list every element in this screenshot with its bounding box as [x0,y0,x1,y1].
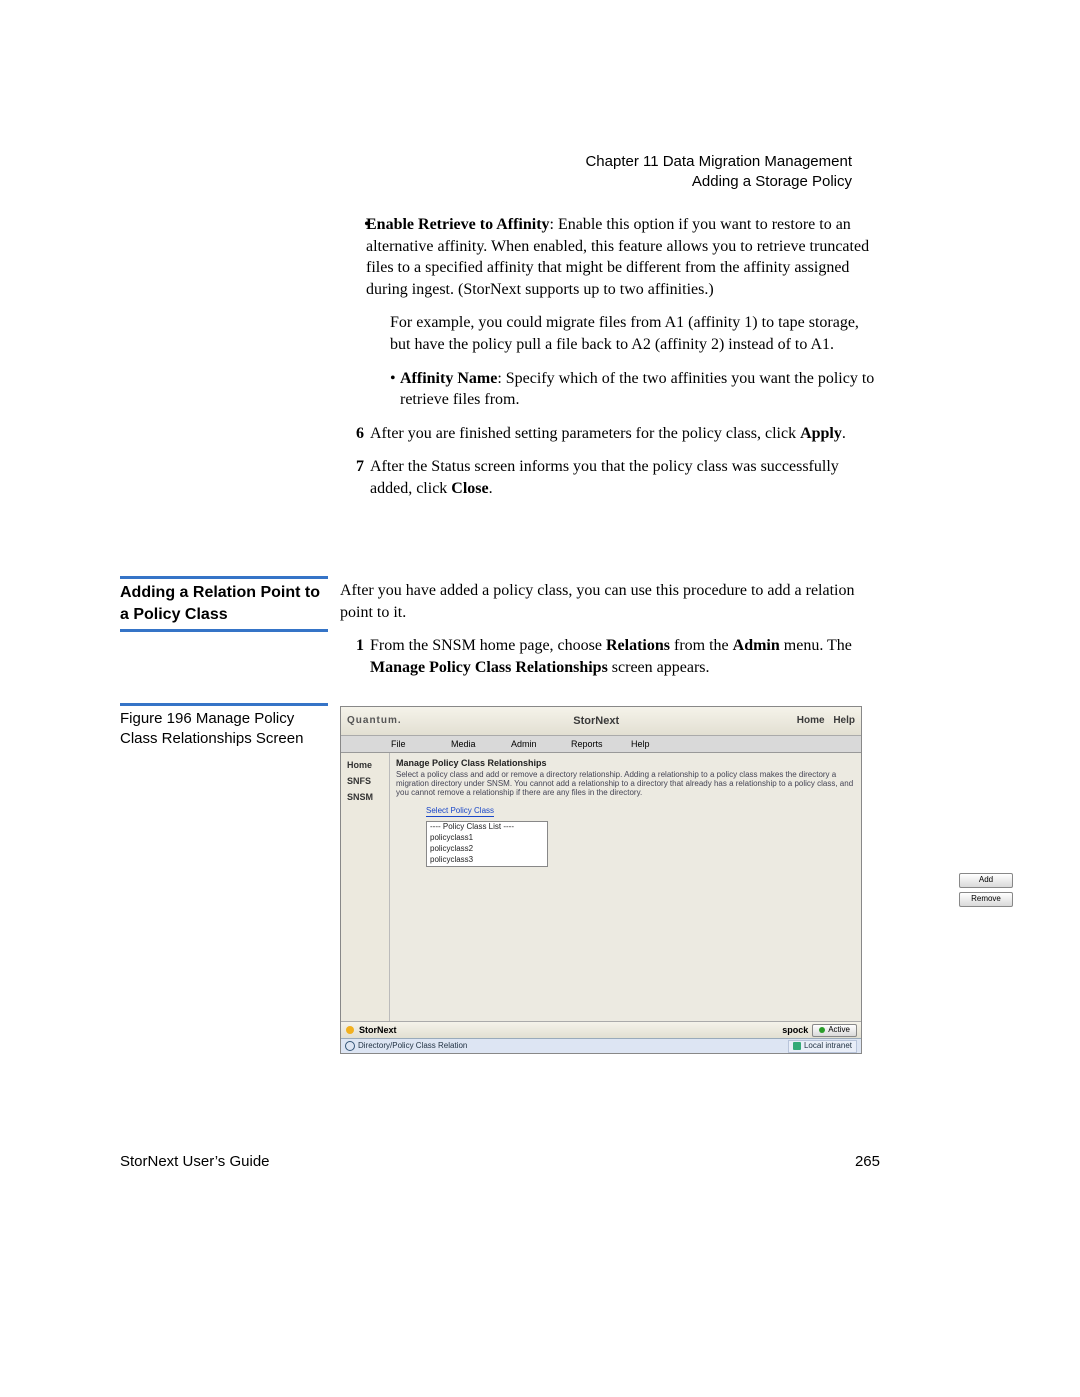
remove-button[interactable]: Remove [959,892,1013,907]
list-item[interactable]: policyclass2 [427,844,547,855]
menu-file[interactable]: File [391,738,451,750]
menu-reports[interactable]: Reports [571,738,631,750]
body-text: Affinity Name: Specify which of the two … [400,368,880,411]
sidebar: Home SNFS SNSM [341,753,390,1021]
security-zone: Local intranet [788,1040,857,1053]
list-header: ---- Policy Class List ---- [427,822,547,833]
body-text: From the SNSM home page, choose Relation… [370,635,880,678]
body-text: Enable Retrieve to Affinity: Enable this… [366,214,880,300]
page-number: 265 [855,1152,880,1172]
home-link[interactable]: Home [797,715,825,726]
menu-admin[interactable]: Admin [511,738,571,750]
browser-statusbar: Directory/Policy Class Relation Local in… [341,1038,861,1053]
ie-icon [345,1041,355,1051]
page-header: Chapter 11 Data Migration Management Add… [585,152,852,193]
host-label: spock [782,1024,808,1036]
term: Affinity Name [400,370,497,387]
body-text: After you have added a policy class, you… [340,580,880,623]
status-pill: Active [812,1024,857,1037]
bullet-icon: • [340,214,366,300]
brand-label: Quantum. [347,714,402,728]
app-window: Quantum. StorNext Home Help File Media A… [340,706,862,1054]
term: Enable Retrieve to Affinity [366,216,550,233]
section-heading: Adding a Relation Point to a Policy Clas… [120,576,328,632]
step-number: 7 [340,456,370,499]
list-item[interactable]: policyclass1 [427,833,547,844]
body-text: After the Status screen informs you that… [370,456,880,499]
chapter-label: Chapter 11 Data Migration Management [585,152,852,172]
app-footer: StorNext spock Active [341,1021,861,1038]
status-path: Directory/Policy Class Relation [358,1041,467,1052]
body-text: After you are finished setting parameter… [370,423,880,445]
app-titlebar: Quantum. StorNext Home Help [341,707,861,736]
panel-title: Manage Policy Class Relationships [396,757,855,769]
app-title: StorNext [402,714,791,729]
status-dot-icon [819,1027,825,1033]
section-label: Adding a Storage Policy [585,172,852,192]
select-label: Select Policy Class [426,806,494,818]
intranet-icon [793,1042,801,1050]
footer-left: StorNext User’s Guide [120,1152,270,1172]
list-item[interactable]: policyclass3 [427,855,547,866]
logo-icon [345,1025,355,1035]
policy-class-listbox[interactable]: ---- Policy Class List ---- policyclass1… [426,821,548,866]
menu-media[interactable]: Media [451,738,511,750]
help-link[interactable]: Help [833,715,855,726]
sidebar-item-snsm[interactable]: SNSM [341,789,389,805]
body-text: For example, you could migrate files fro… [340,312,880,355]
panel-description: Select a policy class and add or remove … [396,771,855,797]
add-button[interactable]: Add [959,873,1013,888]
menu-help[interactable]: Help [631,738,691,750]
step-number: 1 [340,635,370,678]
bullet-icon: • [340,368,400,411]
step-number: 6 [340,423,370,445]
figure-caption: Figure 196 Manage Policy Class Relations… [120,703,328,750]
sidebar-item-home[interactable]: Home [341,757,389,773]
footer-brand: StorNext [359,1024,397,1036]
menubar: File Media Admin Reports Help [341,736,861,753]
sidebar-item-snfs[interactable]: SNFS [341,773,389,789]
